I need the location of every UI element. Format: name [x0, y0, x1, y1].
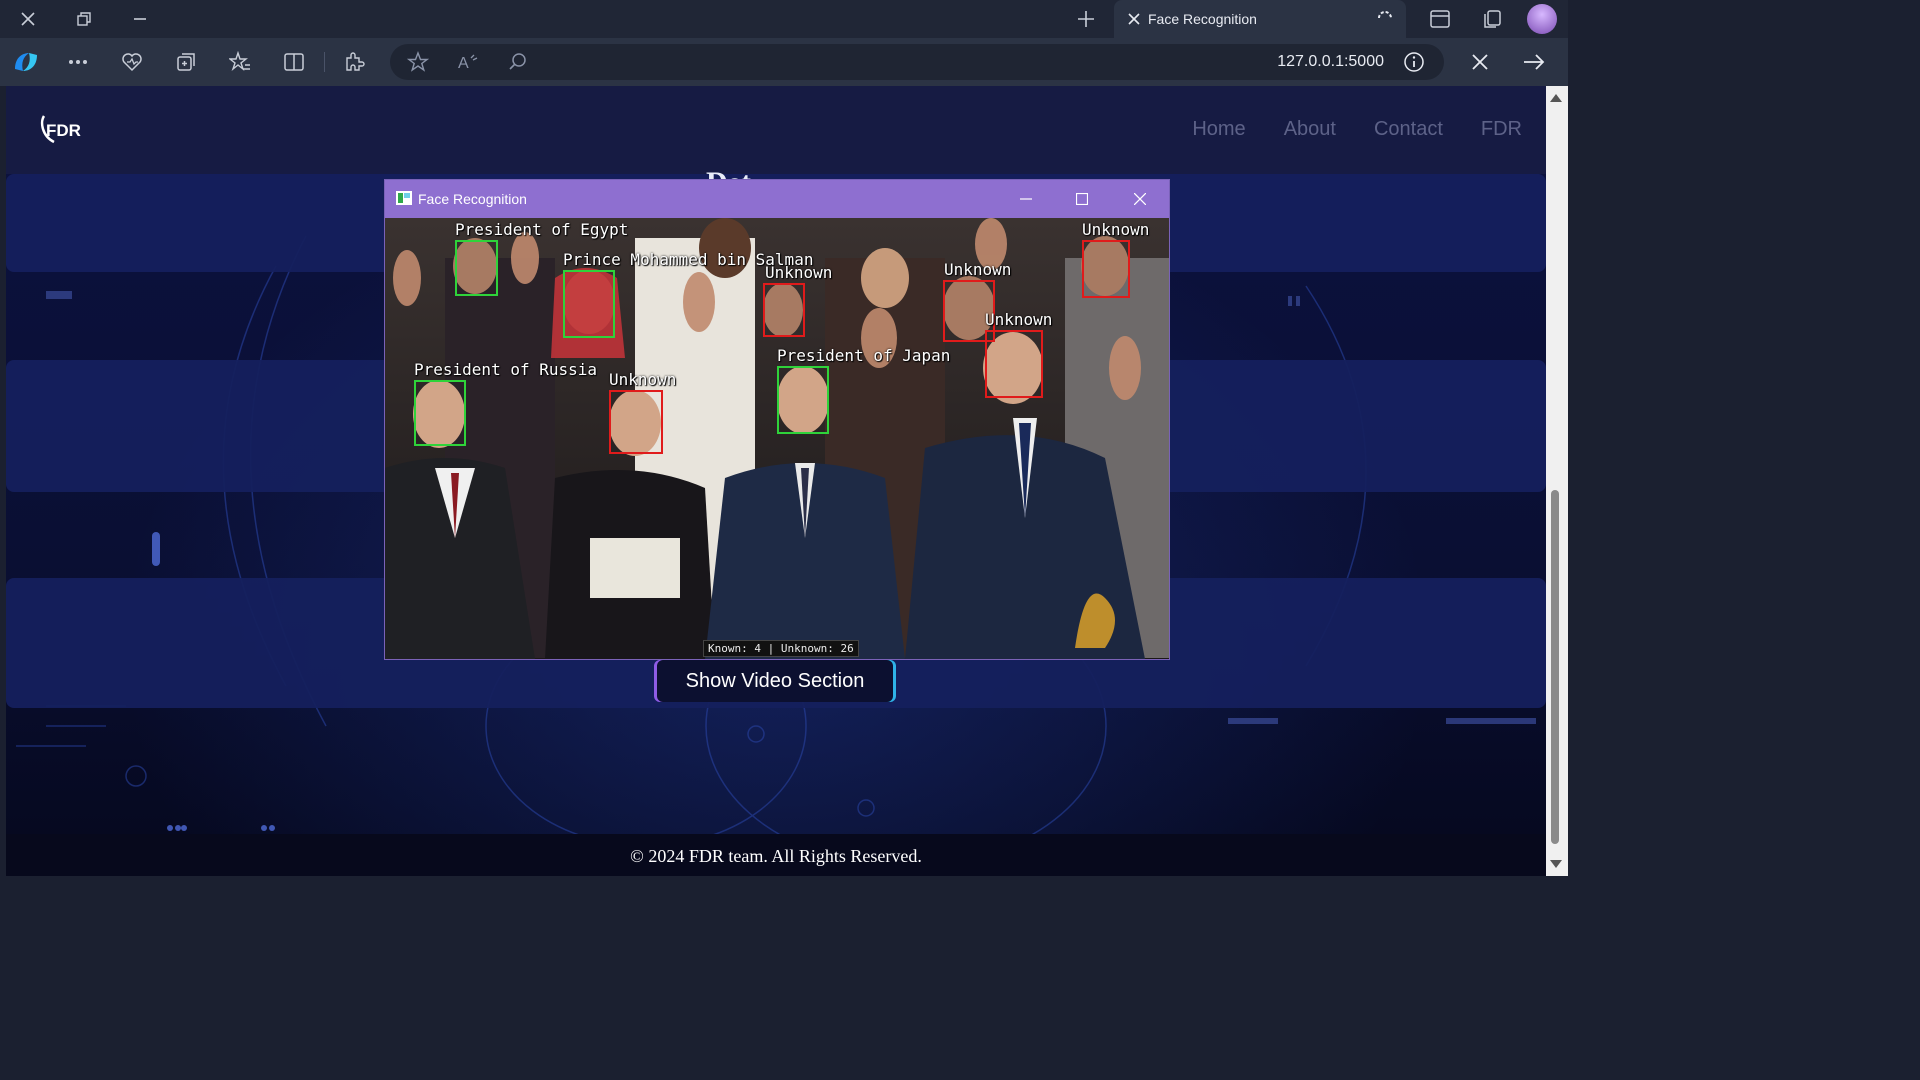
restore-icon[interactable]	[64, 0, 104, 38]
toolbar-divider	[324, 52, 325, 72]
face-box-known	[777, 366, 829, 434]
minimize-icon[interactable]	[1003, 184, 1049, 214]
nav-fdr[interactable]: FDR	[1481, 118, 1522, 141]
tab-face-recognition[interactable]: Face Recognition	[1114, 0, 1406, 38]
svg-text:A: A	[458, 55, 469, 72]
nav-home[interactable]: Home	[1192, 118, 1245, 141]
forward-icon[interactable]	[1516, 46, 1552, 78]
nav-links: Home About Contact FDR	[1192, 118, 1522, 141]
face-box-known	[455, 240, 498, 296]
profile-avatar[interactable]	[1522, 0, 1562, 38]
search-page-icon[interactable]	[500, 46, 536, 78]
face-label: Unknown	[944, 260, 1012, 279]
site-navbar: FDR Home About Contact FDR	[6, 86, 1546, 174]
nav-about[interactable]: About	[1284, 118, 1336, 141]
address-bar[interactable]: A 127.0.0.1:5000	[390, 44, 1444, 80]
bottom-edge	[0, 876, 1568, 882]
footer: © 2024 FDR team. All Rights Reserved.	[6, 834, 1546, 882]
app-icon	[396, 191, 412, 205]
puzzle-icon[interactable]	[336, 46, 372, 78]
window-title: Face Recognition	[418, 191, 527, 207]
minimize-icon[interactable]	[120, 0, 160, 38]
new-tab-icon[interactable]	[1066, 0, 1106, 38]
face-label: Unknown	[985, 310, 1053, 329]
scroll-thumb[interactable]	[1551, 490, 1559, 844]
face-box-unknown	[609, 390, 663, 454]
face-label: Unknown	[1082, 220, 1150, 239]
face-box-unknown	[1082, 240, 1130, 298]
collections-icon[interactable]	[1472, 0, 1512, 38]
face-box-unknown	[763, 283, 805, 337]
face-box-unknown	[985, 330, 1043, 398]
recognition-counter: Known: 4 | Unknown: 26	[703, 640, 859, 657]
extensions-icon[interactable]	[168, 46, 204, 78]
url-text[interactable]: 127.0.0.1:5000	[1277, 53, 1384, 71]
info-icon[interactable]	[1402, 50, 1426, 74]
star-icon[interactable]	[400, 46, 436, 78]
tab-bar: Face Recognition	[0, 0, 1568, 38]
show-video-section-button[interactable]: Show Video Section	[657, 660, 893, 702]
face-label: President of Russia	[414, 360, 598, 379]
video-frame: President of Egypt Prince Mohammed bin S…	[385, 218, 1169, 659]
close-tab-icon[interactable]	[1124, 9, 1144, 29]
vertical-scrollbar[interactable]	[1546, 86, 1568, 882]
face-label: Unknown	[765, 263, 833, 282]
close-icon[interactable]	[1117, 184, 1163, 214]
split-view-icon[interactable]	[276, 46, 312, 78]
fdr-logo[interactable]: FDR	[38, 112, 86, 146]
tab-title: Face Recognition	[1148, 11, 1257, 27]
face-box-known	[414, 380, 466, 446]
read-aloud-icon[interactable]: A	[450, 46, 486, 78]
footer-text: © 2024 FDR team. All Rights Reserved.	[630, 846, 922, 866]
face-box-known	[563, 270, 615, 338]
browser-toolbar: A 127.0.0.1:5000	[0, 38, 1568, 86]
favorites-icon[interactable]	[222, 46, 258, 78]
nav-contact[interactable]: Contact	[1374, 118, 1443, 141]
stop-icon[interactable]	[1462, 46, 1498, 78]
more-icon[interactable]	[60, 46, 96, 78]
face-recognition-window[interactable]: Face Recognition President of Egypt Prin…	[384, 179, 1170, 660]
scroll-down-arrow[interactable]	[1550, 860, 1562, 868]
maximize-icon[interactable]	[1059, 184, 1105, 214]
logo-text: FDR	[46, 121, 81, 140]
face-label: President of Japan	[777, 346, 951, 365]
loading-icon	[1376, 9, 1394, 30]
face-label: Unknown	[609, 370, 677, 389]
scroll-up-arrow[interactable]	[1550, 94, 1562, 102]
face-label: President of Egypt	[455, 220, 629, 239]
split-screen-icon[interactable]	[1420, 0, 1460, 38]
health-icon[interactable]	[114, 46, 150, 78]
copilot-icon[interactable]	[8, 46, 44, 78]
window-title-bar[interactable]: Face Recognition	[385, 180, 1169, 218]
close-window-icon[interactable]	[8, 0, 48, 38]
